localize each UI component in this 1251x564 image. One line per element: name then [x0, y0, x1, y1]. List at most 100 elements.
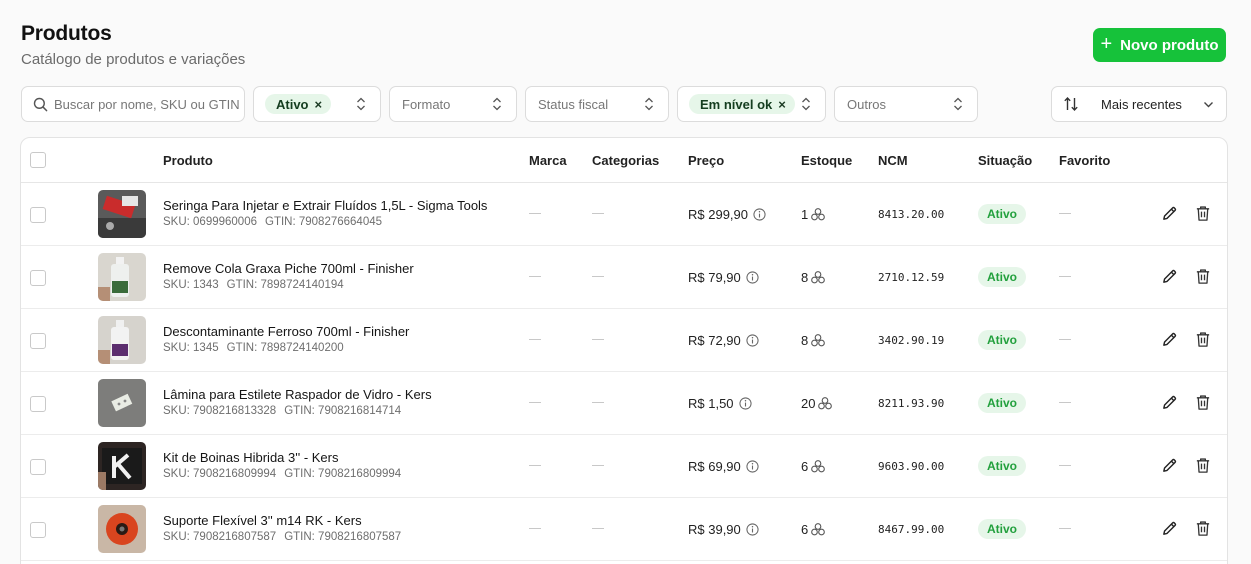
trash-icon[interactable] — [1195, 394, 1211, 411]
status-badge: Ativo — [978, 204, 1026, 224]
col-produto[interactable]: Produto — [163, 153, 213, 168]
col-favorito[interactable]: Favorito — [1059, 153, 1110, 168]
marca-empty — [529, 276, 541, 277]
product-ncm: 9603.90.00 — [878, 460, 945, 473]
product-name[interactable]: Lâmina para Estilete Raspador de Vidro -… — [163, 387, 432, 402]
product-thumbnail — [98, 316, 146, 364]
select-all-checkbox[interactable] — [30, 152, 46, 168]
chip-label: Em nível ok — [700, 96, 773, 112]
pencil-icon[interactable] — [1161, 268, 1178, 285]
row-checkbox[interactable] — [30, 270, 46, 286]
favorito-empty — [1059, 402, 1071, 403]
chevron-down-icon — [1204, 102, 1213, 108]
marca-empty — [529, 213, 541, 214]
product-stock: 1 — [801, 207, 826, 222]
search-input[interactable] — [54, 96, 239, 112]
products-table: Produto Marca Categorias Preço Estoque N… — [20, 137, 1228, 564]
product-ncm: 8467.99.00 — [878, 523, 945, 536]
col-preco[interactable]: Preço — [688, 153, 724, 168]
col-ncm[interactable]: NCM — [878, 153, 908, 168]
search-box[interactable] — [21, 86, 245, 122]
pencil-icon[interactable] — [1161, 520, 1178, 537]
table-row[interactable]: Kit de Boinas Hibrida 3'' - Kers SKU: 79… — [21, 435, 1227, 498]
filter-estoque-nivel[interactable]: Em nível ok × — [677, 86, 826, 122]
trash-icon[interactable] — [1195, 268, 1211, 285]
col-estoque[interactable]: Estoque — [801, 153, 852, 168]
product-ncm: 2710.12.59 — [878, 271, 945, 284]
categorias-empty — [592, 276, 604, 277]
trash-icon[interactable] — [1195, 520, 1211, 537]
categorias-empty — [592, 339, 604, 340]
row-checkbox[interactable] — [30, 333, 46, 349]
table-row[interactable]: Remove Cola Graxa Piche 700ml - Finisher… — [21, 246, 1227, 309]
filter-formato[interactable]: Formato — [389, 86, 517, 122]
page-subtitle: Catálogo de produtos e variações — [21, 51, 246, 68]
table-row[interactable]: Lâmina para Estilete Raspador de Vidro -… — [21, 372, 1227, 435]
col-categorias[interactable]: Categorias — [592, 153, 659, 168]
product-stock: 6 — [801, 459, 826, 474]
info-icon[interactable] — [746, 334, 759, 347]
filter-outros[interactable]: Outros — [834, 86, 978, 122]
info-icon[interactable] — [746, 460, 759, 473]
sort-label: Mais recentes — [1101, 96, 1182, 112]
chevron-updown-icon — [954, 97, 962, 111]
status-badge: Ativo — [978, 456, 1026, 476]
info-icon[interactable] — [746, 523, 759, 536]
marca-empty — [529, 402, 541, 403]
product-price: R$ 1,50 — [688, 396, 752, 411]
table-row[interactable]: Descontaminante Ferroso 700ml - Finisher… — [21, 309, 1227, 372]
filter-situacao[interactable]: Ativo × — [253, 86, 381, 122]
sort-select[interactable]: Mais recentes — [1051, 86, 1227, 122]
pencil-icon[interactable] — [1161, 394, 1178, 411]
product-ncm: 8211.93.90 — [878, 397, 945, 410]
row-checkbox[interactable] — [30, 207, 46, 223]
trash-icon[interactable] — [1195, 331, 1211, 348]
trash-icon[interactable] — [1195, 457, 1211, 474]
product-thumbnail — [98, 505, 146, 553]
status-badge: Ativo — [978, 519, 1026, 539]
table-row[interactable]: Seringa Para Injetar e Extrair Fluídos 1… — [21, 183, 1227, 246]
status-badge: Ativo — [978, 393, 1026, 413]
product-stock: 6 — [801, 522, 826, 537]
filter-outros-label: Outros — [847, 96, 887, 112]
row-checkbox[interactable] — [30, 396, 46, 412]
filter-status-label: Status fiscal — [538, 96, 609, 112]
favorito-empty — [1059, 465, 1071, 466]
chip-remove-icon[interactable]: × — [315, 97, 323, 112]
info-icon[interactable] — [738, 397, 752, 410]
marca-empty — [529, 528, 541, 529]
new-product-button[interactable]: + Novo produto — [1093, 28, 1226, 62]
info-icon[interactable] — [753, 208, 766, 221]
trash-icon[interactable] — [1195, 205, 1211, 222]
status-badge: Ativo — [978, 330, 1026, 350]
row-checkbox[interactable] — [30, 459, 46, 475]
col-marca[interactable]: Marca — [529, 153, 567, 168]
product-thumbnail — [98, 379, 146, 427]
product-name[interactable]: Seringa Para Injetar e Extrair Fluídos 1… — [163, 198, 487, 213]
boxes-icon — [811, 334, 826, 347]
chevron-updown-icon — [493, 97, 501, 111]
table-header: Produto Marca Categorias Preço Estoque N… — [21, 138, 1227, 183]
info-icon[interactable] — [746, 271, 759, 284]
product-codes: SKU: 0699960006 GTIN: 7908276664045 — [163, 216, 383, 228]
pencil-icon[interactable] — [1161, 331, 1178, 348]
pencil-icon[interactable] — [1161, 205, 1178, 222]
row-checkbox[interactable] — [30, 522, 46, 538]
product-codes: SKU: 7908216809994 GTIN: 7908216809994 — [163, 468, 402, 480]
pencil-icon[interactable] — [1161, 457, 1178, 474]
product-name[interactable]: Kit de Boinas Hibrida 3'' - Kers — [163, 450, 339, 465]
product-name[interactable]: Suporte Flexível 3'' m14 RK - Kers — [163, 513, 362, 528]
col-situacao[interactable]: Situação — [978, 153, 1032, 168]
status-badge: Ativo — [978, 267, 1026, 287]
chip-remove-icon[interactable]: × — [778, 97, 786, 112]
boxes-icon — [811, 523, 826, 536]
filter-formato-label: Formato — [402, 96, 451, 112]
product-name[interactable]: Remove Cola Graxa Piche 700ml - Finisher — [163, 261, 414, 276]
table-row[interactable]: Suporte Flexível 3'' m14 RK - Kers SKU: … — [21, 498, 1227, 561]
product-name[interactable]: Descontaminante Ferroso 700ml - Finisher — [163, 324, 409, 339]
product-stock: 20 — [801, 396, 833, 411]
product-price: R$ 72,90 — [688, 333, 759, 348]
product-thumbnail — [98, 253, 146, 301]
chip-label: Ativo — [276, 96, 309, 112]
filter-status-fiscal[interactable]: Status fiscal — [525, 86, 669, 122]
